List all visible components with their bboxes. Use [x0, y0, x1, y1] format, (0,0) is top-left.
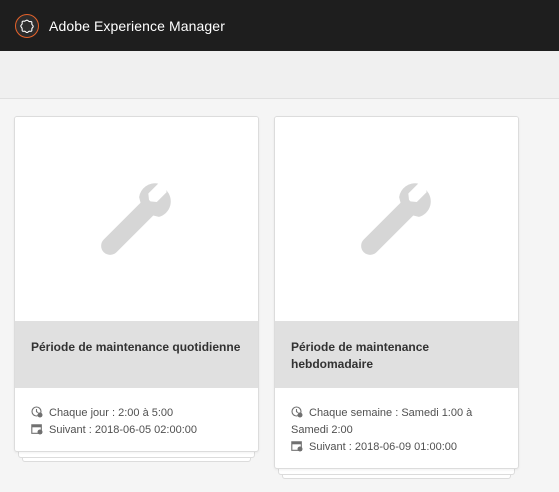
action-bar: [0, 51, 559, 99]
global-navigation-bar: Adobe Experience Manager: [0, 0, 559, 51]
next-run-text: Suivant : 2018-06-05 02:00:00: [49, 424, 198, 436]
card-meta: Chaque semaine : Samedi 1:00 à Samedi 2:…: [275, 388, 518, 456]
wrench-icon: [360, 183, 431, 255]
card-wrapper: Période de maintenance quotidienne Chaqu…: [14, 116, 259, 462]
card-grid: Période de maintenance quotidienne Chaqu…: [0, 100, 559, 492]
card-wrapper: Période de maintenance hebdomadaire Chaq…: [274, 116, 519, 479]
calendar-icon: [291, 440, 303, 452]
maintenance-window-card[interactable]: Période de maintenance quotidienne Chaqu…: [14, 116, 259, 452]
schedule-clock-icon: [291, 406, 303, 418]
calendar-icon: [31, 423, 43, 435]
card-title-band: Période de maintenance quotidienne: [15, 321, 258, 388]
next-run-text: Suivant : 2018-06-09 01:00:00: [309, 441, 458, 453]
schedule-row: Chaque jour : 2:00 à 5:00: [31, 405, 242, 422]
card-thumbnail: [275, 117, 518, 321]
wrench-icon: [100, 183, 171, 255]
adobe-experience-manager-logo-icon[interactable]: [15, 13, 39, 38]
card-thumbnail: [15, 117, 258, 321]
app-title[interactable]: Adobe Experience Manager: [49, 18, 225, 34]
card-title[interactable]: Période de maintenance quotidienne: [31, 339, 242, 356]
card-title[interactable]: Période de maintenance hebdomadaire: [291, 339, 502, 373]
card-title-band: Période de maintenance hebdomadaire: [275, 321, 518, 388]
next-run-row: Suivant : 2018-06-09 01:00:00: [291, 439, 502, 456]
schedule-text: Chaque jour : 2:00 à 5:00: [49, 407, 174, 419]
maintenance-window-card[interactable]: Période de maintenance hebdomadaire Chaq…: [274, 116, 519, 469]
schedule-row: Chaque semaine : Samedi 1:00 à Samedi 2:…: [291, 405, 502, 439]
next-run-row: Suivant : 2018-06-05 02:00:00: [31, 422, 242, 439]
card-meta: Chaque jour : 2:00 à 5:00 Suivant : 2018…: [15, 388, 258, 439]
schedule-text: Chaque semaine : Samedi 1:00 à Samedi 2:…: [291, 407, 473, 436]
schedule-clock-icon: [31, 406, 43, 418]
